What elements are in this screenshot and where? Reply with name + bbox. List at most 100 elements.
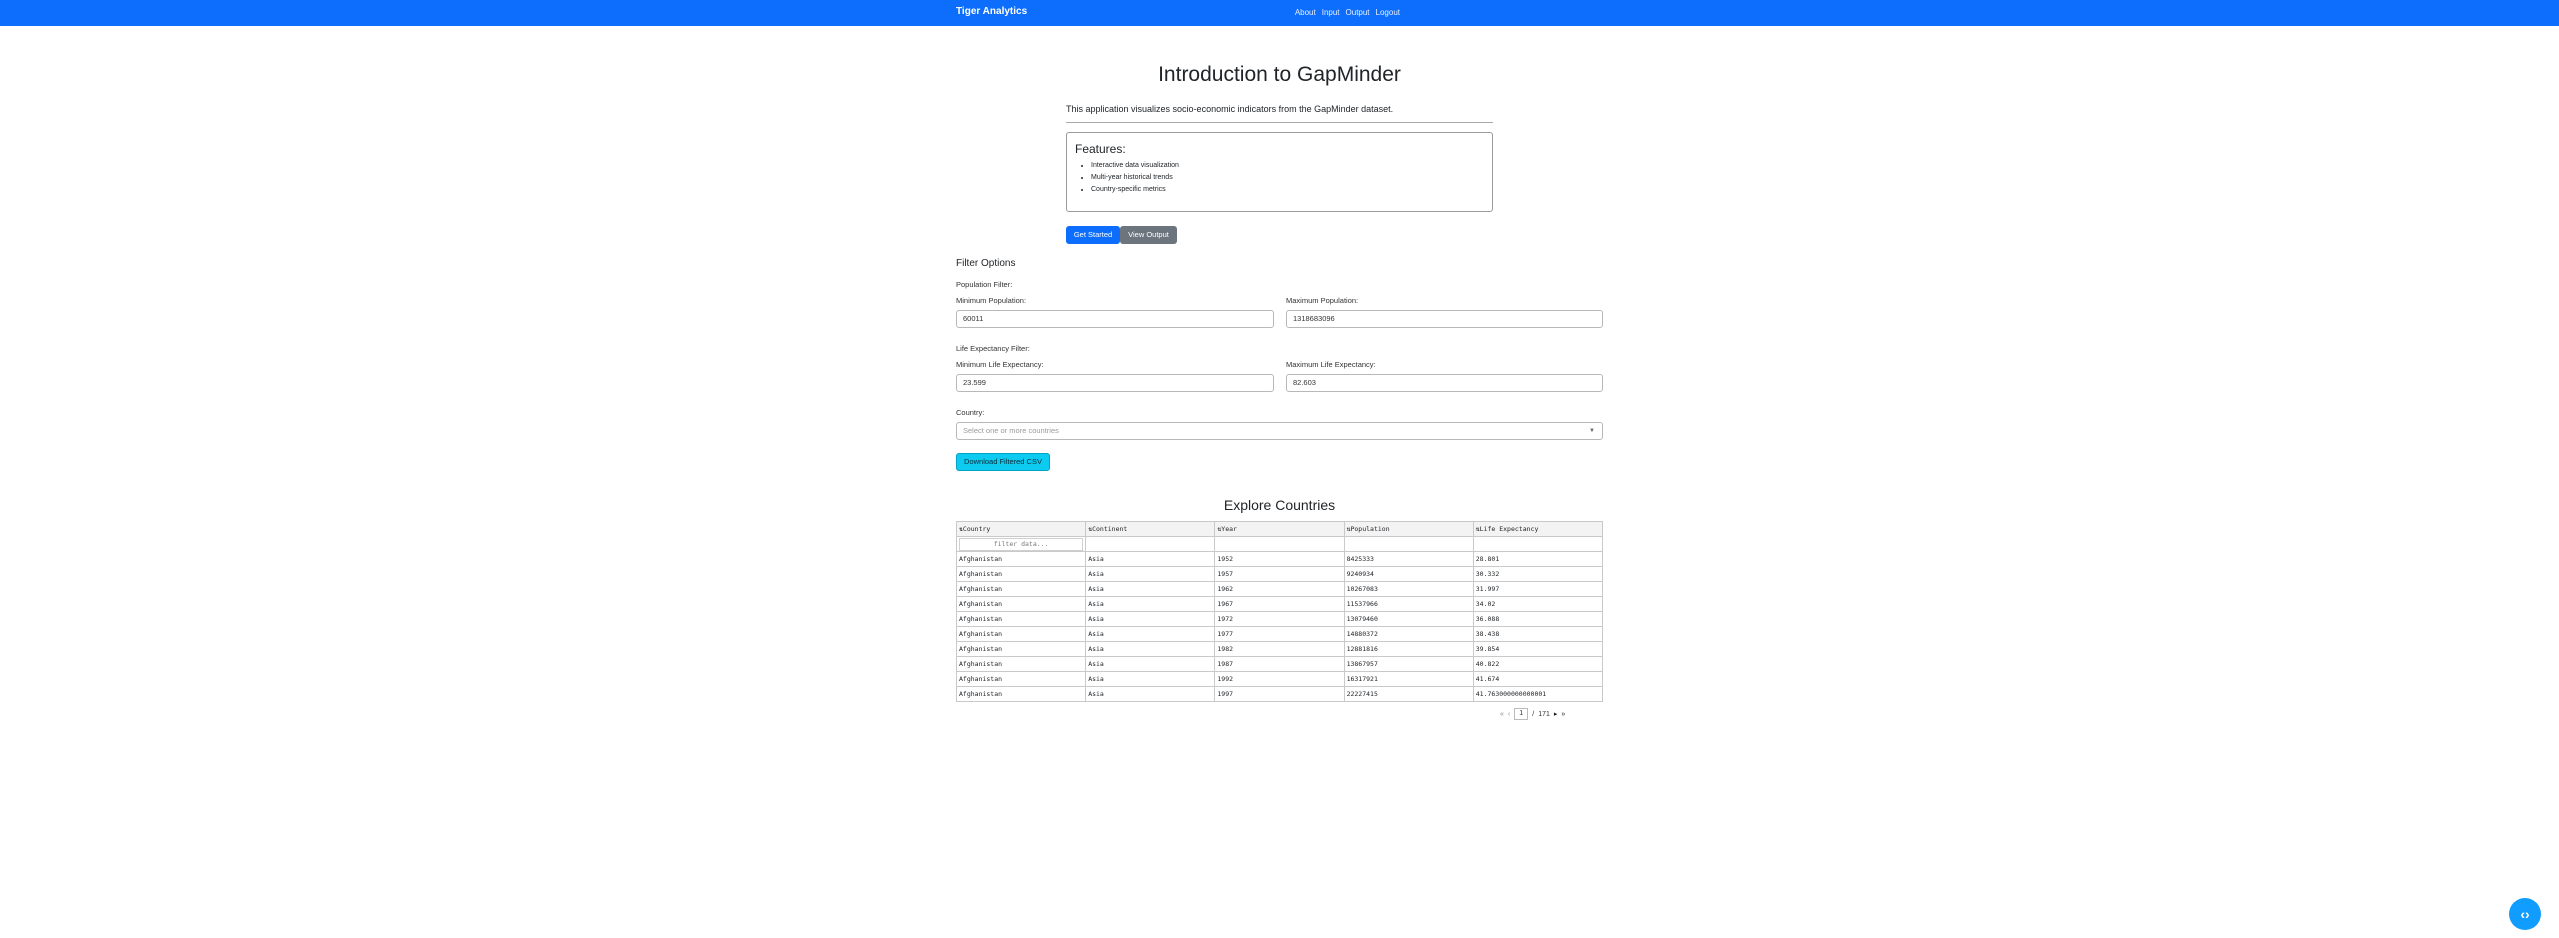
filter-cell[interactable] bbox=[1085, 536, 1216, 552]
feature-item: Interactive data visualization bbox=[1091, 160, 1179, 172]
table-row: Afghanistan Asia 1997 22227415 41.7630000000… bbox=[955, 686, 1604, 702]
table-row: Afghanistan Asia 1952 8425333 28.801 bbox=[955, 551, 1604, 567]
get-started-button[interactable]: Get Started bbox=[1066, 226, 1120, 244]
column-header-continent[interactable]: ⇅Continent bbox=[1085, 521, 1216, 537]
page-number-input[interactable]: 1 bbox=[1514, 708, 1529, 720]
max-life-expectancy-label: Maximum Life Expectancy: bbox=[1286, 360, 1376, 369]
cell-country[interactable]: Afghanistan bbox=[955, 626, 1087, 642]
cell-country[interactable]: Afghanistan bbox=[955, 596, 1087, 612]
cell-year[interactable]: 1957 bbox=[1214, 566, 1345, 582]
table-header-row: ⇅Country ⇅Continent ⇅Year ⇅Population ⇅L… bbox=[955, 521, 1604, 537]
code-brackets-icon[interactable]: ‹› bbox=[2509, 898, 2541, 930]
cell-population[interactable]: 8425333 bbox=[1343, 551, 1474, 567]
cell-life-expectancy[interactable]: 39.854 bbox=[1472, 641, 1604, 657]
cell-life-expectancy[interactable]: 40.822 bbox=[1472, 656, 1604, 672]
cell-life-expectancy[interactable]: 41.674 bbox=[1472, 671, 1604, 687]
cell-life-expectancy[interactable]: 38.438 bbox=[1472, 626, 1604, 642]
first-page-icon[interactable]: « bbox=[1500, 711, 1504, 718]
next-page-icon[interactable]: ▸ bbox=[1554, 710, 1558, 718]
cell-country[interactable]: Afghanistan bbox=[955, 551, 1087, 567]
filter-cell[interactable] bbox=[1343, 536, 1474, 552]
country-select[interactable]: Select one or more countries ▼ bbox=[956, 422, 1603, 440]
feature-item: Multi-year historical trends bbox=[1091, 172, 1179, 184]
cell-life-expectancy[interactable]: 36.088 bbox=[1472, 611, 1604, 627]
page-separator: / bbox=[1532, 710, 1535, 718]
cell-continent[interactable]: Asia bbox=[1085, 656, 1216, 672]
cell-population[interactable]: 10267083 bbox=[1343, 581, 1474, 597]
cell-continent[interactable]: Asia bbox=[1085, 611, 1216, 627]
cell-year[interactable]: 1997 bbox=[1214, 686, 1345, 702]
cell-country[interactable]: Afghanistan bbox=[955, 641, 1087, 657]
cell-year[interactable]: 1992 bbox=[1214, 671, 1345, 687]
cell-continent[interactable]: Asia bbox=[1085, 641, 1216, 657]
cell-country[interactable]: Afghanistan bbox=[955, 686, 1087, 702]
nav-link-logout[interactable]: Logout bbox=[1376, 8, 1400, 17]
cell-continent[interactable]: Asia bbox=[1085, 626, 1216, 642]
filter-cell[interactable] bbox=[1472, 536, 1604, 552]
cell-continent[interactable]: Asia bbox=[1085, 596, 1216, 612]
column-header-population[interactable]: ⇅Population bbox=[1343, 521, 1474, 537]
column-header-year[interactable]: ⇅Year bbox=[1214, 521, 1345, 537]
cell-population[interactable]: 12881816 bbox=[1343, 641, 1474, 657]
cell-life-expectancy[interactable]: 31.997 bbox=[1472, 581, 1604, 597]
column-header-life-expectancy[interactable]: ⇅Life Expectancy bbox=[1472, 521, 1604, 537]
pagination: « ‹ 1 / 171 ▸ » bbox=[1500, 708, 1565, 720]
cell-population[interactable]: 13079460 bbox=[1343, 611, 1474, 627]
cell-population[interactable]: 11537966 bbox=[1343, 596, 1474, 612]
cell-year[interactable]: 1982 bbox=[1214, 641, 1345, 657]
prev-page-icon[interactable]: ‹ bbox=[1508, 711, 1510, 718]
last-page-icon[interactable]: » bbox=[1561, 711, 1565, 718]
cell-life-expectancy[interactable]: 28.801 bbox=[1472, 551, 1604, 567]
cell-continent[interactable]: Asia bbox=[1085, 671, 1216, 687]
cell-life-expectancy[interactable]: 41.763000000000001 bbox=[1472, 686, 1604, 702]
column-header-country[interactable]: ⇅Country bbox=[955, 521, 1087, 537]
cell-life-expectancy[interactable]: 30.332 bbox=[1472, 566, 1604, 582]
cell-year[interactable]: 1977 bbox=[1214, 626, 1345, 642]
cell-continent[interactable]: Asia bbox=[1085, 566, 1216, 582]
countries-table: ⇅Country ⇅Continent ⇅Year ⇅Population ⇅L… bbox=[955, 521, 1604, 702]
max-life-expectancy-input[interactable]: 82.603 bbox=[1286, 374, 1603, 392]
view-output-button[interactable]: View Output bbox=[1120, 226, 1177, 244]
cell-year[interactable]: 1967 bbox=[1214, 596, 1345, 612]
explore-countries-heading: Explore Countries bbox=[1223, 497, 1336, 513]
cell-continent[interactable]: Asia bbox=[1085, 686, 1216, 702]
total-pages: 171 bbox=[1538, 710, 1550, 718]
cell-country[interactable]: Afghanistan bbox=[955, 611, 1087, 627]
nav-link-input[interactable]: Input bbox=[1322, 8, 1340, 17]
cell-country[interactable]: Afghanistan bbox=[955, 656, 1087, 672]
navbar-brand[interactable]: Tiger Analytics bbox=[956, 6, 1027, 17]
cell-continent[interactable]: Asia bbox=[1085, 551, 1216, 567]
cell-population[interactable]: 9240934 bbox=[1343, 566, 1474, 582]
nav-link-output[interactable]: Output bbox=[1346, 8, 1370, 17]
cell-life-expectancy[interactable]: 34.02 bbox=[1472, 596, 1604, 612]
cell-year[interactable]: 1962 bbox=[1214, 581, 1345, 597]
min-life-expectancy-input[interactable]: 23.599 bbox=[956, 374, 1274, 392]
cell-population[interactable]: 16317921 bbox=[1343, 671, 1474, 687]
divider bbox=[1066, 122, 1493, 123]
cell-continent[interactable]: Asia bbox=[1085, 581, 1216, 597]
country-filter-input[interactable]: filter data... bbox=[959, 537, 1084, 551]
cell-population[interactable]: 22227415 bbox=[1343, 686, 1474, 702]
navbar-links: About Input Output Logout bbox=[1295, 8, 1400, 17]
nav-link-about[interactable]: About bbox=[1295, 8, 1316, 17]
chevron-down-icon: ▼ bbox=[1589, 428, 1595, 434]
table-row: Afghanistan Asia 1957 9240934 30.332 bbox=[955, 566, 1604, 582]
cell-year[interactable]: 1987 bbox=[1214, 656, 1345, 672]
cell-country[interactable]: Afghanistan bbox=[955, 581, 1087, 597]
life-expectancy-filter-label: Life Expectancy Filter: bbox=[956, 344, 1030, 353]
cell-population[interactable]: 14880372 bbox=[1343, 626, 1474, 642]
max-population-input[interactable]: 1318683096 bbox=[1286, 310, 1603, 328]
cell-year[interactable]: 1972 bbox=[1214, 611, 1345, 627]
cell-year[interactable]: 1952 bbox=[1214, 551, 1345, 567]
min-population-input[interactable]: 60011 bbox=[956, 310, 1274, 328]
cell-country[interactable]: Afghanistan bbox=[955, 671, 1087, 687]
features-title: Features: bbox=[1075, 142, 1126, 156]
filter-cell[interactable] bbox=[1214, 536, 1345, 552]
country-label: Country: bbox=[956, 408, 985, 417]
cell-population[interactable]: 13867957 bbox=[1343, 656, 1474, 672]
download-csv-button[interactable]: Download Filtered CSV bbox=[956, 453, 1050, 471]
table-row: Afghanistan Asia 1972 13079460 36.088 bbox=[955, 611, 1604, 627]
cell-country[interactable]: Afghanistan bbox=[955, 566, 1087, 582]
country-select-placeholder: Select one or more countries bbox=[963, 426, 1059, 435]
features-card: Features: Interactive data visualization… bbox=[1066, 132, 1493, 212]
